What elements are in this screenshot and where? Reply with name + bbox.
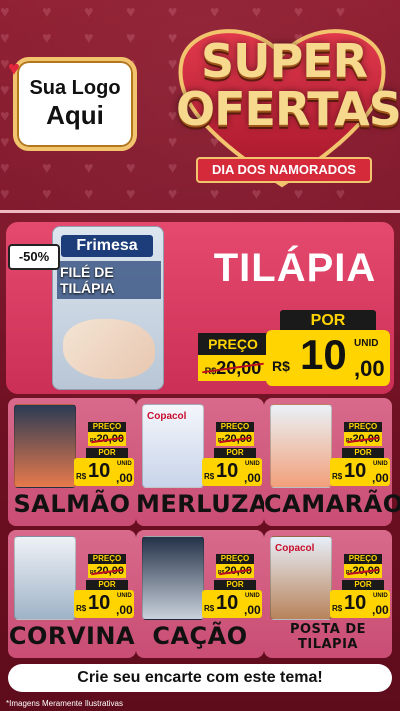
old-price-label: PREÇO [88,554,126,564]
flyer-page: ♥ ♥ ♥ ♥ ♥ ♥ ♥ ♥ ♥ ♥ ♥ ♥ ♥ ♥ ♥ ♥ ♥ ♥ ♥ ♥ … [0,0,400,711]
price-cents: ,00 [354,356,385,381]
price-unit: UNID [354,338,379,349]
old-price: R$20,00 [216,564,254,578]
product-name: CORVINA [8,622,136,650]
price-currency: R$ [272,358,290,374]
old-price: R$20,00 [198,355,268,381]
product-image [142,536,204,620]
price-cents: ,00 [116,603,133,617]
price-unit: UNID [117,593,132,599]
logo-text-line2: Aqui [46,100,104,130]
product-image-tilapia: Frimesa FILÉ DE TILÁPIA [52,226,164,390]
fish-fillet-image [63,319,155,379]
price-integer: 10 [216,460,239,482]
subtitle-banner: DIA DOS NAMORADOS [196,157,372,183]
old-price: R$20,00 [344,432,382,446]
product-image: Copacol [270,536,332,620]
old-price: R$20,00 [344,564,382,578]
title-ofertas: OFERTAS [176,82,400,136]
offer-card[interactable]: Copacol PREÇOR$20,00 POR R$10 UNID ,00 POSTA D… [264,530,392,658]
new-price: R$ 10 UNID ,00 [74,590,134,618]
old-price-label: PREÇO [344,422,382,432]
product-brand-label: Copacol [147,411,187,422]
old-price: R$20,00 [88,564,126,578]
product-name: SALMÃO [13,490,131,518]
price-integer: 10 [216,592,239,614]
new-price-label: POR [86,580,128,590]
price-unit: UNID [245,461,260,467]
old-price: R$20,00 [216,432,254,446]
price-cents: ,00 [244,471,261,485]
old-price-label: PREÇO [88,422,126,432]
product-name: CAMARÃO [264,490,400,518]
logo-text-line1: Sua Logo [29,77,121,99]
price-integer: 10 [300,331,347,378]
new-price-label: POR [342,448,384,458]
price-unit: UNID [245,593,260,599]
price-currency: R$ [76,604,87,613]
new-price: R$ 10 UNID ,00 [330,458,390,486]
product-image: Copacol [142,404,204,488]
product-pack-title: FILÉ DE TILÁPIA [57,261,161,299]
price-currency: R$ [204,472,215,481]
price-cents: ,00 [372,471,389,485]
new-price: R$ 10 UNID ,00 [330,590,390,618]
price-integer: 10 [88,592,111,614]
discount-badge: -50% [8,244,60,270]
new-price-label: POR [280,310,376,332]
price-currency: R$ [332,472,343,481]
new-price: R$ 10 UNID ,00 [202,458,262,486]
price-currency: R$ [76,472,87,481]
offer-title: SUPER OFERTAS [176,34,400,136]
price-unit: UNID [373,461,388,467]
price-integer: 10 [344,592,367,614]
offer-card[interactable]: PREÇOR$20,00 POR R$10 UNID ,00 CAMARÃO [264,398,400,526]
price-currency: R$ [332,604,343,613]
price-currency: R$ [204,604,215,613]
disclaimer-text: *Imagens Meramente Ilustrativas [6,699,123,708]
new-price: R$ 10 UNID ,00 [202,590,262,618]
new-price-label: POR [214,580,256,590]
product-image [270,404,332,488]
price-integer: 10 [88,460,111,482]
header-divider [0,210,400,213]
price-integer: 10 [344,460,367,482]
product-image [14,536,76,620]
old-price: R$20,00 [88,432,126,446]
price-unit: UNID [117,461,132,467]
product-image [14,404,76,488]
new-price: R$ 10 UNID ,00 [266,330,390,386]
title-super: SUPER [200,34,368,88]
new-price-label: POR [214,448,256,458]
create-flyer-cta[interactable]: Crie seu encarte com este tema! [8,664,392,692]
offer-card[interactable]: PREÇOR$20,00 POR R$10 UNID ,00 CAÇÃO [136,530,264,658]
product-name: CAÇÃO [152,622,248,650]
heart-icon: ♥ [8,58,20,80]
new-price: R$ 10 UNID ,00 [74,458,134,486]
old-price-label: PREÇO [198,333,268,355]
price-unit: UNID [373,593,388,599]
product-name: MERLUZA [136,490,269,518]
offer-card[interactable]: PREÇOR$20,00 POR R$10 UNID ,00 SALMÃO [8,398,136,526]
old-price-label: PREÇO [216,554,254,564]
new-price-label: POR [342,580,384,590]
product-brand-label: Frimesa [61,235,153,257]
old-price-label: PREÇO [344,554,382,564]
product-name: POSTA DE TILAPIA [289,622,367,652]
old-price-label: PREÇO [216,422,254,432]
offer-card[interactable]: PREÇOR$20,00 POR R$10 UNID ,00 CORVINA [8,530,136,658]
logo-placeholder: Sua Logo Aqui [13,57,137,151]
offer-card[interactable]: Copacol PREÇOR$20,00 POR R$10 UNID ,00 MERLUZA [136,398,269,526]
featured-product-name: TILÁPIA [213,246,377,290]
new-price-label: POR [86,448,128,458]
price-cents: ,00 [372,603,389,617]
product-brand-label: Copacol [275,543,315,554]
price-cents: ,00 [116,471,133,485]
price-cents: ,00 [244,603,261,617]
